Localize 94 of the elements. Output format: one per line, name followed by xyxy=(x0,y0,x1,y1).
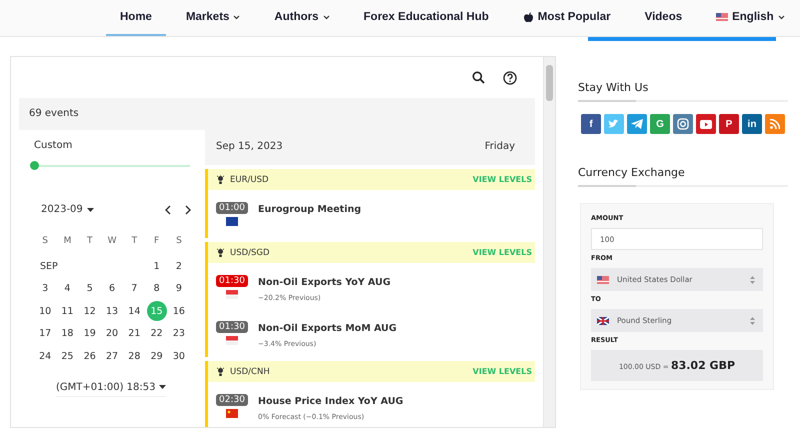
flag-icon xyxy=(716,13,728,21)
weekday-label: W xyxy=(108,236,116,246)
calendar-day[interactable]: 6 xyxy=(102,278,122,299)
lightbulb-icon xyxy=(217,174,224,184)
caret-icon xyxy=(159,385,166,389)
calendar-day[interactable]: 19 xyxy=(80,324,100,344)
nav-item[interactable]: Forex Educational Hub xyxy=(350,0,503,36)
month-dropdown[interactable]: 2023-09 xyxy=(41,204,94,215)
time-badge: 01:30 xyxy=(216,275,248,287)
lightbulb-icon xyxy=(217,366,224,376)
flag-icon xyxy=(597,276,609,284)
widget-title: Currency Exchange xyxy=(578,165,686,179)
nav-item[interactable]: English xyxy=(702,0,799,36)
social-icon[interactable] xyxy=(765,114,785,134)
timezone-dropdown[interactable]: (GMT+01:00) 18:53 xyxy=(56,380,166,396)
calendar-day[interactable]: 24 xyxy=(35,346,56,366)
calendar-day[interactable]: 9 xyxy=(168,278,189,299)
weekday-name: Friday xyxy=(484,141,515,152)
nav-item[interactable]: Authors xyxy=(260,0,344,36)
calendar-day[interactable]: 5 xyxy=(80,278,100,299)
flag-icon xyxy=(597,316,609,324)
calendar-day[interactable]: 3 xyxy=(35,278,56,299)
calendar-day[interactable]: 13 xyxy=(102,301,122,322)
events-count: 69 events xyxy=(29,108,79,118)
currency-pair: USD/CNH xyxy=(230,366,270,376)
calendar-day[interactable]: 17 xyxy=(35,324,56,344)
calendar-day[interactable]: 22 xyxy=(146,324,167,344)
sort-arrows-icon xyxy=(750,316,755,324)
caret-icon xyxy=(322,14,330,20)
currency-pair: EUR/USD xyxy=(230,174,269,184)
calendar-day[interactable]: 25 xyxy=(57,346,78,366)
calendar-day[interactable]: 16 xyxy=(168,301,189,322)
nav-item[interactable]: Markets xyxy=(172,0,254,36)
calendar-day[interactable]: 4 xyxy=(57,278,78,299)
calendar-day[interactable]: 26 xyxy=(80,346,100,366)
social-icon[interactable]: f xyxy=(581,114,601,134)
widget-title: Stay With Us xyxy=(578,80,650,94)
sort-arrows-icon xyxy=(750,276,755,284)
event-title[interactable]: Non-Oil Exports MoM AUG xyxy=(258,321,397,334)
scrollbar[interactable] xyxy=(543,57,555,427)
flag-icon xyxy=(226,290,238,299)
weekday-label: F xyxy=(154,236,160,246)
calendar-day[interactable]: 10 xyxy=(35,301,56,322)
caret-icon xyxy=(233,14,240,20)
weekday-label: S xyxy=(176,236,182,246)
event-title[interactable]: Eurogroup Meeting xyxy=(258,202,362,215)
lightbulb-icon xyxy=(217,248,224,258)
flag-icon xyxy=(226,409,238,418)
social-icon[interactable]: P xyxy=(719,114,739,134)
calendar-day[interactable]: 27 xyxy=(102,346,122,366)
currency-pair: USD/SGD xyxy=(230,248,270,258)
calendar-day[interactable]: 23 xyxy=(168,324,189,344)
event-title[interactable]: Non-Oil Exports YoY AUG xyxy=(258,275,391,288)
social-icon[interactable] xyxy=(673,114,693,134)
caret-icon xyxy=(778,14,785,20)
calendar-day[interactable]: 28 xyxy=(124,346,144,366)
chevron-left-icon[interactable] xyxy=(165,204,171,214)
nav-item[interactable]: Most Popular xyxy=(508,0,625,36)
calendar-day[interactable]: 18 xyxy=(57,324,78,344)
slider-thumb[interactable] xyxy=(30,161,39,170)
calendar-day[interactable]: 30 xyxy=(168,346,189,366)
calendar-day[interactable]: 7 xyxy=(124,278,144,299)
flag-icon xyxy=(226,336,238,345)
range-label: Custom xyxy=(33,140,74,151)
calendar-day[interactable]: 8 xyxy=(146,278,167,299)
time-badge: 01:00 xyxy=(216,202,248,214)
weekday-label: T xyxy=(86,236,92,246)
search-icon[interactable] xyxy=(472,71,485,84)
date-label: Sep 15, 2023 xyxy=(216,141,283,152)
calendar-day[interactable]: 2 xyxy=(168,256,189,276)
caret-icon xyxy=(86,208,94,212)
help-icon[interactable] xyxy=(503,70,517,84)
social-icon[interactable]: in xyxy=(742,114,762,134)
calendar-day[interactable]: 11 xyxy=(57,301,78,322)
weekday-label: T xyxy=(132,236,138,246)
social-icon[interactable] xyxy=(627,114,647,134)
chevron-right-icon[interactable] xyxy=(185,204,191,214)
calendar-day[interactable]: 1 xyxy=(146,256,167,276)
calendar-day[interactable]: 20 xyxy=(102,324,122,344)
month-label: SEP xyxy=(40,260,58,272)
time-badge: 02:30 xyxy=(216,394,248,406)
nav-item[interactable]: Videos xyxy=(630,0,696,36)
event-title[interactable]: House Price Index YoY AUG xyxy=(258,394,404,407)
calendar-day[interactable]: 12 xyxy=(80,301,100,322)
weekday-label: S xyxy=(42,236,48,246)
nav-item[interactable]: Home xyxy=(106,0,166,36)
social-icon[interactable] xyxy=(696,114,716,134)
apple-icon xyxy=(522,12,534,22)
calendar-day[interactable]: 21 xyxy=(124,324,144,344)
weekday-label: M xyxy=(64,236,72,246)
calendar-day[interactable]: 29 xyxy=(146,346,167,366)
flag-icon xyxy=(226,217,238,226)
time-badge: 01:30 xyxy=(216,321,248,333)
calendar-day[interactable]: 14 xyxy=(124,301,144,322)
